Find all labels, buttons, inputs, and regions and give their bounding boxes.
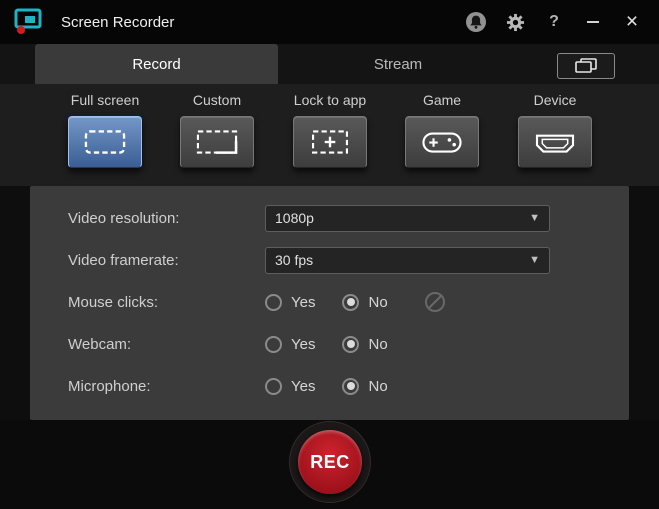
hdmi-device-icon [529, 124, 581, 160]
minimize-icon [587, 21, 599, 23]
mode-lock-to-app: Lock to app [274, 92, 386, 168]
microphone-label: Microphone: [68, 378, 265, 395]
help-glyph: ? [549, 13, 559, 31]
capture-mode-strip: Full screen Custom Lock to app Game [0, 84, 659, 186]
bottom-bar: REC [0, 420, 659, 509]
resolution-label: Video resolution: [68, 210, 265, 227]
gamepad-icon [416, 124, 468, 160]
mouse-clicks-no-radio[interactable] [342, 294, 359, 311]
resolution-value: 1080p [275, 210, 529, 226]
tab-record[interactable]: Record [35, 44, 278, 84]
webcam-yes-radio[interactable] [265, 336, 282, 353]
chevron-down-icon: ▼ [529, 254, 540, 266]
help-icon[interactable]: ? [543, 11, 565, 33]
webcam-no-radio[interactable] [342, 336, 359, 353]
tab-bar: Record Stream [0, 44, 659, 84]
setting-row-framerate: Video framerate: 30 fps ▼ [30, 239, 629, 281]
lock-to-app-icon [304, 124, 356, 160]
rec-button-ring: REC [289, 421, 371, 503]
microphone-no-label[interactable]: No [368, 378, 387, 395]
setting-row-mouse-clicks: Mouse clicks: Yes No [30, 281, 629, 323]
displays-icon [573, 57, 599, 75]
framerate-label: Video framerate: [68, 252, 265, 269]
resolution-dropdown[interactable]: 1080p ▼ [265, 205, 550, 232]
rec-button[interactable]: REC [298, 430, 362, 494]
notification-bell-icon[interactable] [465, 11, 487, 33]
mode-game: Game [386, 92, 498, 168]
settings-gear-icon[interactable] [504, 11, 526, 33]
chevron-down-icon: ▼ [529, 212, 540, 224]
webcam-yes-label[interactable]: Yes [291, 336, 315, 353]
mouse-clicks-label: Mouse clicks: [68, 294, 265, 311]
window-title: Screen Recorder [61, 14, 174, 31]
custom-mode-button[interactable] [180, 116, 254, 168]
mode-full-screen: Full screen [49, 92, 161, 168]
mouse-clicks-yes-label[interactable]: Yes [291, 294, 315, 311]
display-select-button[interactable] [557, 53, 615, 79]
webcam-no-label[interactable]: No [368, 336, 387, 353]
prohibited-icon [424, 291, 446, 313]
microphone-no-radio[interactable] [342, 378, 359, 395]
mouse-clicks-yes-radio[interactable] [265, 294, 282, 311]
setting-row-resolution: Video resolution: 1080p ▼ [30, 197, 629, 239]
framerate-dropdown[interactable]: 30 fps ▼ [265, 247, 550, 274]
webcam-label: Webcam: [68, 336, 265, 353]
full-screen-mode-button[interactable] [68, 116, 142, 168]
record-settings-panel: Video resolution: 1080p ▼ Video framerat… [30, 186, 629, 420]
mode-label: Full screen [49, 92, 161, 108]
fullscreen-region-icon [79, 124, 131, 160]
app-logo-icon [13, 8, 47, 36]
mode-custom: Custom [161, 92, 273, 168]
lock-to-app-mode-button[interactable] [293, 116, 367, 168]
tab-stream[interactable]: Stream [278, 44, 518, 84]
mode-label: Lock to app [274, 92, 386, 108]
mouse-clicks-no-label[interactable]: No [368, 294, 387, 311]
setting-row-microphone: Microphone: Yes No [30, 365, 629, 407]
mode-label: Game [386, 92, 498, 108]
device-mode-button[interactable] [518, 116, 592, 168]
close-button[interactable]: × [621, 11, 643, 33]
custom-region-icon [191, 124, 243, 160]
framerate-value: 30 fps [275, 252, 529, 268]
game-mode-button[interactable] [405, 116, 479, 168]
titlebar: Screen Recorder ? [0, 0, 659, 44]
minimize-button[interactable] [582, 11, 604, 33]
mode-device: Device [499, 92, 611, 168]
close-icon: × [626, 12, 638, 32]
setting-row-webcam: Webcam: Yes No [30, 323, 629, 365]
mode-label: Device [499, 92, 611, 108]
microphone-yes-radio[interactable] [265, 378, 282, 395]
mode-label: Custom [161, 92, 273, 108]
titlebar-controls: ? × [465, 11, 643, 33]
microphone-yes-label[interactable]: Yes [291, 378, 315, 395]
